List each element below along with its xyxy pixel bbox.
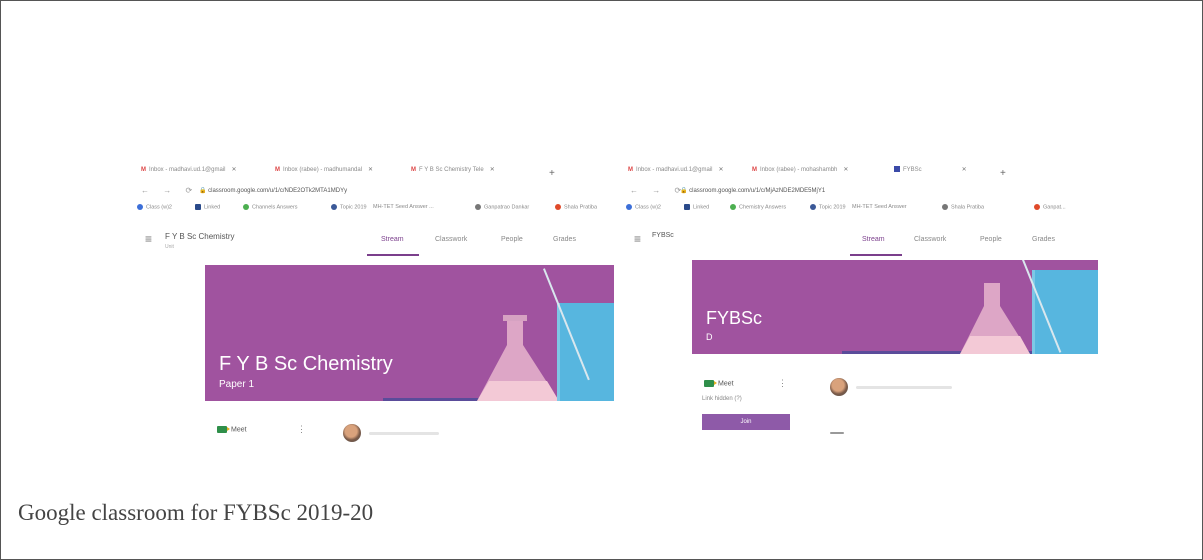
tab-stream[interactable]: Stream (862, 236, 885, 243)
meet-link-status: Link hidden (?) (702, 396, 742, 402)
browser-tab[interactable]: FYBSc ✕ (894, 166, 967, 180)
active-tab-indicator (367, 254, 419, 256)
classroom-icon (894, 166, 900, 173)
gmail-icon: M (141, 167, 146, 173)
close-tab-icon[interactable]: ✕ (843, 167, 848, 173)
avatar (830, 378, 848, 396)
bookmark[interactable]: Topic 2019 (810, 204, 846, 210)
flask-icon (477, 315, 559, 401)
bookmark[interactable]: Ganpat... (1034, 204, 1066, 210)
back-forward-reload-icon[interactable]: ← → ⟳ (141, 186, 198, 195)
bookmarks-bar: Class (w)2 Linked Channels Answers Topic… (133, 203, 615, 215)
avatar-fragment (830, 432, 844, 434)
bookmark[interactable]: Channels Answers (243, 204, 298, 210)
bookmark[interactable]: MH-TET Seed Answer (852, 204, 907, 210)
tab-people[interactable]: People (501, 236, 523, 243)
hamburger-menu-icon[interactable]: ≡ (145, 232, 152, 246)
meet-icon (704, 380, 717, 387)
classroom-screenshot-right: M Inbox - madhavi.ud.1@gmail ✕ M Inbox (rab… (622, 162, 1098, 444)
close-tab-icon[interactable]: ✕ (231, 167, 236, 173)
close-tab-icon[interactable]: ✕ (490, 167, 495, 173)
url-text: 🔒 classroom.google.com/u/1/c/MjAzNDE2MDE… (680, 188, 826, 194)
more-options-icon[interactable]: ⋮ (778, 378, 787, 389)
bookmark[interactable]: Class (w)2 (137, 204, 172, 210)
bookmark[interactable]: Shala Pratiba (942, 204, 984, 210)
bookmark[interactable]: MH-TET Seed Answer ... (373, 204, 434, 210)
browser-tab[interactable]: M Inbox - madhavi.ud.1@gmail ✕ (141, 166, 237, 180)
bookmark[interactable]: Class (w)2 (626, 204, 661, 210)
tab-grades[interactable]: Grades (553, 236, 576, 243)
address-bar[interactable]: ← → ⟳ 🔒 classroom.google.com/u/1/c/MjAzN… (622, 184, 1098, 198)
classroom-header: ≡ F Y B Sc Chemistry Unit Stream Classwo… (133, 224, 615, 262)
back-forward-reload-icon[interactable]: ← → ⟳ (630, 186, 687, 195)
tab-classwork[interactable]: Classwork (435, 236, 467, 243)
tab-people[interactable]: People (980, 236, 1002, 243)
join-button[interactable]: Join (702, 414, 790, 430)
browser-tab[interactable]: M Inbox - madhavi.ud.1@gmail ✕ (628, 166, 724, 180)
browser-tab-strip: M Inbox - madhavi.ud.1@gmail ✕ M Inbox (rab… (133, 166, 615, 180)
browser-tab[interactable]: M Inbox (rabee) - madhumandal ✕ (275, 166, 373, 180)
gmail-icon: M (628, 167, 633, 173)
browser-tab[interactable]: MF Y B Sc Chemistry Tele ✕ (411, 166, 495, 180)
bookmark[interactable]: Ganpatrao Dankar (475, 204, 529, 210)
bookmarks-bar: Class (w)2 Linked Chemistry Answers Topi… (622, 203, 1098, 215)
tab-classwork[interactable]: Classwork (914, 236, 946, 243)
announcement-placeholder[interactable] (856, 386, 952, 389)
meet-link[interactable]: Meet (704, 380, 734, 387)
banner-subtitle: Paper 1 (219, 379, 255, 390)
hamburger-menu-icon[interactable]: ≡ (634, 232, 641, 246)
figure-caption: Google classroom for FYBSc 2019-20 (18, 500, 374, 525)
url-text: 🔒 classroom.google.com/u/1/c/NDE2OTk2MTA… (199, 188, 348, 194)
active-tab-indicator (850, 254, 902, 256)
new-tab-icon[interactable]: + (1000, 168, 1006, 179)
more-options-icon[interactable]: ⋮ (297, 424, 306, 435)
banner-title: FYBSc (706, 308, 763, 328)
browser-tab[interactable]: M Inbox (rabee) - mohashambh ✕ (752, 166, 848, 180)
beaker-icon (557, 303, 614, 401)
bookmark[interactable]: Linked (195, 204, 220, 210)
gmail-icon: M (411, 167, 416, 173)
class-name: FYBSc (652, 232, 674, 239)
bookmark[interactable]: Topic 2019 (331, 204, 367, 210)
meet-icon (217, 426, 230, 433)
gmail-icon: M (275, 167, 280, 173)
classroom-header: ≡ FYBSc Stream Classwork People Grades (622, 224, 1098, 262)
bookmark[interactable]: Linked (684, 204, 709, 210)
bookmark[interactable]: Shala Pratiba (555, 204, 597, 210)
banner-subtitle: D (706, 332, 713, 342)
close-tab-icon[interactable]: ✕ (718, 167, 723, 173)
announcement-placeholder[interactable] (369, 432, 439, 435)
meet-link[interactable]: Meet (217, 426, 247, 433)
close-tab-icon[interactable]: ✕ (368, 167, 373, 173)
new-tab-icon[interactable]: + (549, 168, 555, 179)
bookmark[interactable]: Chemistry Answers (730, 204, 786, 210)
browser-tab-strip: M Inbox - madhavi.ud.1@gmail ✕ M Inbox (rab… (622, 166, 1098, 180)
class-name: F Y B Sc Chemistry (165, 232, 235, 241)
gmail-icon: M (752, 167, 757, 173)
flask-icon (960, 283, 1030, 354)
close-tab-icon[interactable]: ✕ (962, 167, 967, 173)
tab-grades[interactable]: Grades (1032, 236, 1055, 243)
banner-title: F Y B Sc Chemistry (219, 353, 393, 375)
beaker-icon (1032, 270, 1098, 354)
tab-stream[interactable]: Stream (381, 236, 404, 243)
class-section: Unit (165, 244, 174, 250)
class-banner: FYBSc D (692, 260, 1098, 354)
class-banner: F Y B Sc Chemistry Paper 1 (205, 265, 614, 401)
address-bar[interactable]: ← → ⟳ 🔒 classroom.google.com/u/1/c/NDE2O… (133, 184, 615, 198)
classroom-screenshot-left: M Inbox - madhavi.ud.1@gmail ✕ M Inbox (rab… (133, 162, 615, 444)
avatar (343, 424, 361, 442)
